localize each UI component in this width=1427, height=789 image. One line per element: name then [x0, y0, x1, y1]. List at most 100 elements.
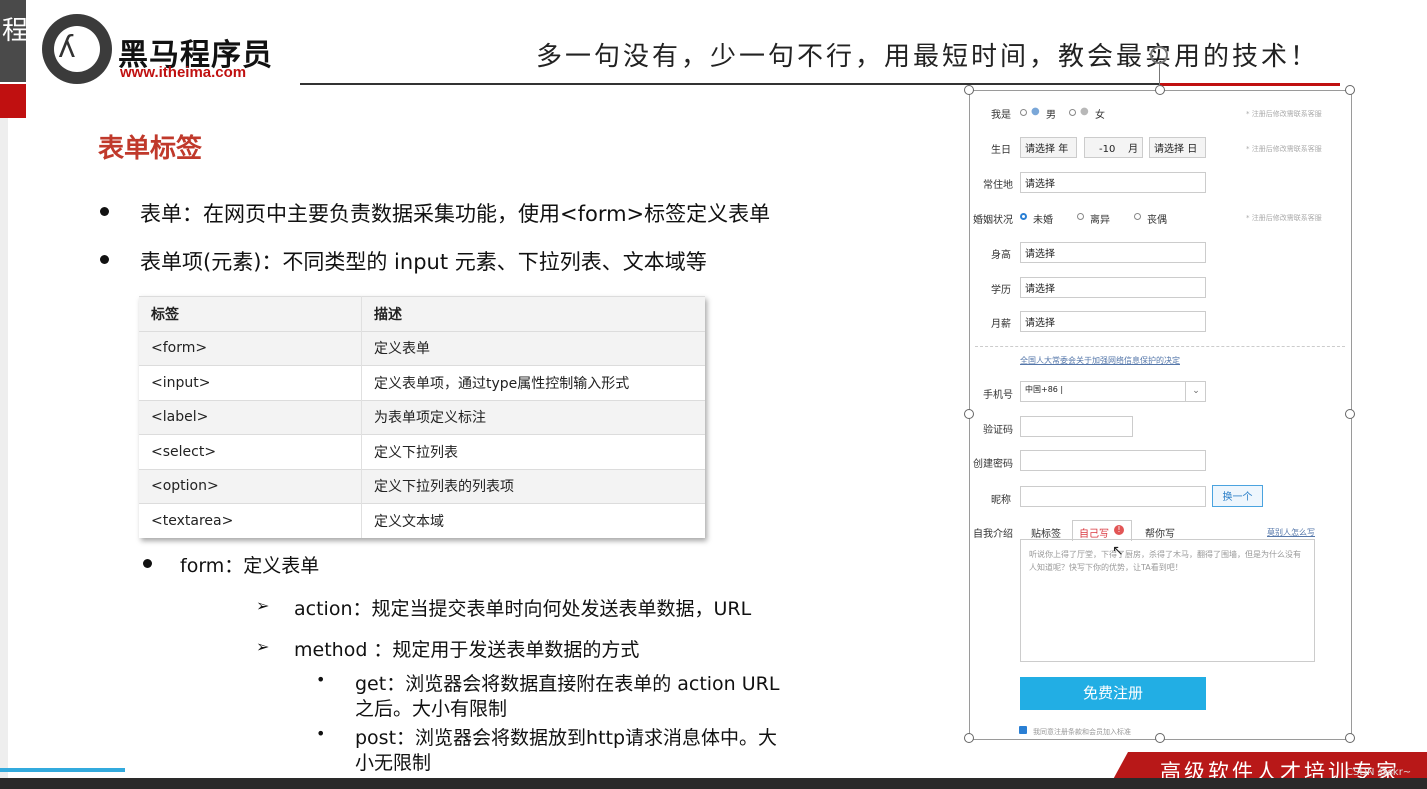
password-label: 创建密码	[973, 459, 1013, 470]
marital-label: 婚姻状况	[973, 215, 1013, 226]
intro-tab-help[interactable]: 帮你写	[1145, 525, 1175, 540]
residence-select[interactable]: 请选择	[1020, 172, 1206, 193]
slogan: 多一句没有，少一句不行，用最短时间，教会最实用的技术！	[536, 42, 1320, 72]
male-icon: ●	[1031, 106, 1040, 117]
resize-handle[interactable]	[964, 409, 974, 419]
income-select[interactable]: 请选择	[1020, 311, 1206, 332]
post-line-2: 小无限制	[355, 752, 432, 774]
logo-glyph: ʎ	[58, 30, 76, 65]
birth-day-value: 请选择	[1154, 144, 1184, 155]
marital-note: * 注册后修改需联系客服	[1246, 214, 1322, 222]
table-header-row: 标签 描述	[139, 296, 705, 331]
tag-table: 标签 描述 <form> 定义表单 <input> 定义表单项，通过type属性…	[139, 296, 705, 538]
table-row: <input> 定义表单项，通过type属性控制输入形式	[139, 365, 705, 400]
marital-radio-single[interactable]	[1020, 213, 1027, 220]
intro-help-link[interactable]: 莫别人怎么写	[1267, 527, 1315, 538]
bullet-dot	[100, 207, 109, 216]
agree-text: 我同意注册条款和会员加入标准	[1033, 728, 1131, 736]
marital-option-divorced: 离异	[1090, 215, 1110, 226]
chevron-down-icon[interactable]: ⌄	[1185, 382, 1206, 401]
marital-option-single: 未婚	[1033, 215, 1053, 226]
dot-bullet: •	[316, 724, 326, 743]
get-line-1: get：浏览器会将数据直接附在表单的 action URL	[355, 673, 780, 695]
code-input[interactable]	[1020, 416, 1133, 437]
birth-day-unit: 日	[1187, 144, 1198, 155]
table-cell-tag: <option>	[139, 468, 362, 504]
table-row: <textarea> 定义文本域	[139, 503, 705, 538]
resize-handle[interactable]	[1155, 85, 1165, 95]
submit-register-button[interactable]: 免费注册	[1020, 677, 1206, 710]
education-select[interactable]: 请选择	[1020, 277, 1206, 298]
left-bar-shadow	[0, 118, 8, 789]
gender-label: 我是	[991, 110, 1011, 121]
arrow-bullet-icon: ➢	[256, 637, 270, 656]
birth-year-unit: 年	[1058, 144, 1069, 155]
change-nickname-button[interactable]: 换一个	[1212, 485, 1263, 507]
birthday-label: 生日	[991, 145, 1011, 156]
alert-icon: !	[1114, 525, 1124, 535]
bullet-dot	[143, 559, 152, 568]
intro-tab-tags[interactable]: 贴标签	[1031, 525, 1061, 540]
header-accent	[1160, 83, 1340, 86]
nickname-input[interactable]	[1020, 486, 1206, 507]
birth-year-select[interactable]: 请选择 年	[1020, 137, 1077, 158]
male-label: 男	[1046, 110, 1056, 121]
slide-title: 表单标签	[98, 134, 203, 164]
birth-month-select[interactable]: -10 月	[1084, 137, 1143, 158]
phone-input[interactable]: 中国+86 |	[1020, 381, 1206, 402]
table-cell-desc: 定义下拉列表	[361, 434, 705, 469]
table-row: <label> 为表单项定义标注	[139, 399, 705, 435]
table-row: <option> 定义下拉列表的列表项	[139, 468, 705, 504]
logo-url: www.itheima.com	[120, 64, 247, 81]
female-icon: ●	[1080, 106, 1089, 117]
phone-label: 手机号	[983, 390, 1013, 401]
left-bar-red	[0, 84, 26, 118]
height-select[interactable]: 请选择	[1020, 242, 1206, 263]
resize-handle[interactable]	[1345, 733, 1355, 743]
table-cell-desc: 为表单项定义标注	[361, 399, 705, 435]
residence-label: 常住地	[983, 180, 1013, 191]
education-label: 学历	[991, 285, 1011, 296]
password-input[interactable]	[1020, 450, 1206, 471]
bullet-dot	[100, 255, 109, 264]
resize-handle[interactable]	[1155, 733, 1165, 743]
get-line-2: 之后。大小有限制	[355, 698, 508, 720]
resize-handle[interactable]	[964, 85, 974, 95]
marital-radio-widowed[interactable]	[1134, 213, 1141, 220]
table-cell-tag: <textarea>	[139, 503, 362, 538]
table-cell-tag: <select>	[139, 434, 362, 469]
intro-label: 自我介绍	[973, 529, 1013, 540]
table-row: <select> 定义下拉列表	[139, 434, 705, 469]
table-cell-tag: <input>	[139, 365, 362, 400]
resize-handle[interactable]	[1345, 409, 1355, 419]
agree-checkbox[interactable]	[1019, 726, 1027, 734]
table-row: <form> 定义表单	[139, 330, 705, 366]
form-divider	[975, 346, 1345, 347]
marital-radio-divorced[interactable]	[1077, 213, 1084, 220]
height-label: 身高	[991, 250, 1011, 261]
code-label: 验证码	[983, 425, 1013, 436]
resize-handle[interactable]	[964, 733, 974, 743]
cursor-icon: ↖	[1112, 543, 1124, 559]
method-point: method ：规定用于发送表单数据的方式	[294, 639, 640, 661]
birth-year-value: 请选择	[1025, 144, 1055, 155]
intro-textarea[interactable]: 听说你上得了厅堂，下得了厨房，杀得了木马，翻得了围墙，但是为什么没有人知道呢？快…	[1020, 539, 1315, 662]
resize-handle[interactable]	[1345, 85, 1355, 95]
female-radio[interactable]	[1069, 109, 1076, 116]
corner-char: 程	[2, 16, 29, 46]
rotate-handle-icon[interactable]	[1150, 46, 1168, 64]
intro-tab-write[interactable]: 自己写	[1079, 525, 1109, 540]
table-cell-tag: <form>	[139, 330, 362, 366]
birth-day-select[interactable]: 请选择 日	[1149, 137, 1206, 158]
birth-month-value: -10	[1099, 144, 1116, 155]
male-radio[interactable]	[1020, 109, 1027, 116]
table-header-tag: 标签	[139, 296, 362, 331]
action-point: action：规定当提交表单时向何处发送表单数据，URL	[294, 598, 752, 620]
bullet-form: 表单：在网页中主要负责数据采集功能，使用<form>标签定义表单	[140, 202, 771, 226]
table-cell-desc: 定义表单	[361, 330, 705, 366]
blue-strip	[0, 768, 125, 772]
post-line-1: post：浏览器会将数据放到http请求消息体中。大	[355, 727, 778, 749]
law-link[interactable]: 全国人大常委会关于加强网络信息保护的决定	[1020, 355, 1180, 366]
income-label: 月薪	[991, 319, 1011, 330]
rotate-handle-stem	[1159, 64, 1160, 86]
